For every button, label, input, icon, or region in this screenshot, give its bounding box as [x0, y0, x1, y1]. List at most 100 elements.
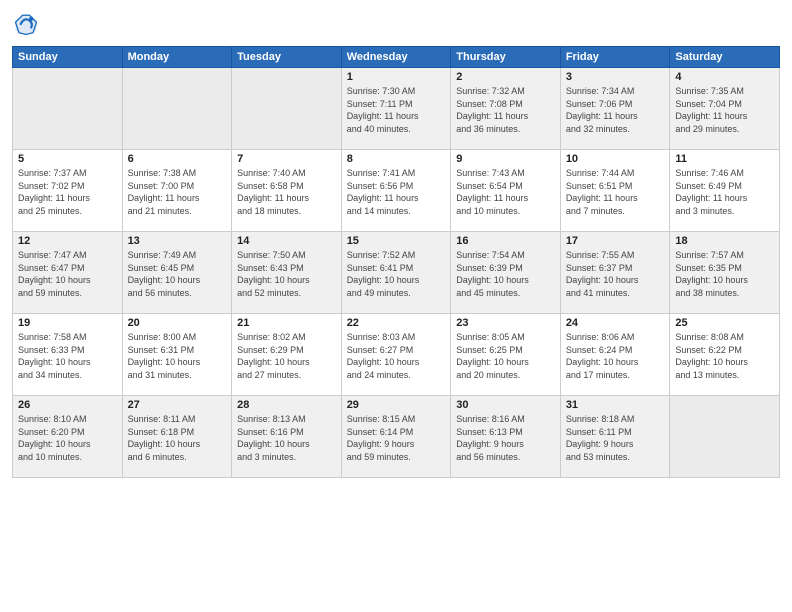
day-number: 13 [128, 235, 227, 247]
calendar-day-cell [122, 68, 232, 150]
calendar-day-cell: 25 Sunrise: 8:08 AM Sunset: 6:22 PM Dayli… [670, 314, 780, 396]
calendar-day-cell: 22 Sunrise: 8:03 AM Sunset: 6:27 PM Dayli… [341, 314, 451, 396]
calendar-day-header: Sunday [13, 47, 123, 68]
header [12, 10, 780, 38]
page-container: SundayMondayTuesdayWednesdayThursdayFrid… [0, 0, 792, 488]
calendar-day-cell: 12 Sunrise: 7:47 AM Sunset: 6:47 PM Dayli… [13, 232, 123, 314]
calendar-day-cell: 18Sunrise: 7:57 AM Sunset: 6:35 PM Dayli… [670, 232, 780, 314]
day-info: Sunrise: 8:02 AM Sunset: 6:29 PM Dayligh… [237, 331, 336, 381]
day-number: 21 [237, 317, 336, 329]
calendar-day-cell: 2 Sunrise: 7:32 AM Sunset: 7:08 PM Daylig… [451, 68, 561, 150]
day-info: Sunrise: 7:58 AM Sunset: 6:33 PM Dayligh… [18, 331, 117, 381]
calendar-day-header: Thursday [451, 47, 561, 68]
calendar-day-cell: 10 Sunrise: 7:44 AM Sunset: 6:51 PM Dayli… [560, 150, 670, 232]
day-info: Sunrise: 8:11 AM Sunset: 6:18 PM Dayligh… [128, 413, 227, 463]
day-number: 7 [237, 153, 336, 165]
day-number: 11 [675, 153, 774, 165]
calendar-week-row: 26 Sunrise: 8:10 AM Sunset: 6:20 PM Dayli… [13, 396, 780, 478]
day-info: Sunrise: 7:44 AM Sunset: 6:51 PM Dayligh… [566, 167, 665, 217]
day-info: Sunrise: 8:08 AM Sunset: 6:22 PM Dayligh… [675, 331, 774, 381]
day-info: Sunrise: 7:57 AM Sunset: 6:35 PM Dayligh… [675, 249, 774, 299]
day-info: Sunrise: 7:55 AM Sunset: 6:37 PM Dayligh… [566, 249, 665, 299]
day-number: 15 [347, 235, 446, 247]
calendar-week-row: 5Sunrise: 7:37 AM Sunset: 7:02 PM Daylig… [13, 150, 780, 232]
calendar-day-cell: 13Sunrise: 7:49 AM Sunset: 6:45 PM Dayli… [122, 232, 232, 314]
day-number: 23 [456, 317, 555, 329]
day-info: Sunrise: 8:03 AM Sunset: 6:27 PM Dayligh… [347, 331, 446, 381]
day-number: 14 [237, 235, 336, 247]
calendar-day-cell: 5Sunrise: 7:37 AM Sunset: 7:02 PM Daylig… [13, 150, 123, 232]
day-info: Sunrise: 7:43 AM Sunset: 6:54 PM Dayligh… [456, 167, 555, 217]
calendar-day-header: Saturday [670, 47, 780, 68]
day-info: Sunrise: 8:15 AM Sunset: 6:14 PM Dayligh… [347, 413, 446, 463]
day-number: 20 [128, 317, 227, 329]
calendar-week-row: 12 Sunrise: 7:47 AM Sunset: 6:47 PM Dayli… [13, 232, 780, 314]
day-info: Sunrise: 7:30 AM Sunset: 7:11 PM Dayligh… [347, 85, 446, 135]
day-number: 19 [18, 317, 117, 329]
day-info: Sunrise: 7:52 AM Sunset: 6:41 PM Dayligh… [347, 249, 446, 299]
day-info: Sunrise: 8:16 AM Sunset: 6:13 PM Dayligh… [456, 413, 555, 463]
calendar-day-cell: 16Sunrise: 7:54 AM Sunset: 6:39 PM Dayli… [451, 232, 561, 314]
calendar-day-cell: 7 Sunrise: 7:40 AM Sunset: 6:58 PM Daylig… [232, 150, 342, 232]
day-number: 9 [456, 153, 555, 165]
calendar-header-row: SundayMondayTuesdayWednesdayThursdayFrid… [13, 47, 780, 68]
calendar-day-cell: 26 Sunrise: 8:10 AM Sunset: 6:20 PM Dayli… [13, 396, 123, 478]
day-info: Sunrise: 7:32 AM Sunset: 7:08 PM Dayligh… [456, 85, 555, 135]
day-info: Sunrise: 8:10 AM Sunset: 6:20 PM Dayligh… [18, 413, 117, 463]
day-info: Sunrise: 7:38 AM Sunset: 7:00 PM Dayligh… [128, 167, 227, 217]
calendar-day-cell: 20 Sunrise: 8:00 AM Sunset: 6:31 PM Dayli… [122, 314, 232, 396]
day-number: 2 [456, 71, 555, 83]
calendar-day-cell: 23 Sunrise: 8:05 AM Sunset: 6:25 PM Dayli… [451, 314, 561, 396]
day-number: 8 [347, 153, 446, 165]
calendar-day-cell: 11 Sunrise: 7:46 AM Sunset: 6:49 PM Dayli… [670, 150, 780, 232]
day-info: Sunrise: 8:05 AM Sunset: 6:25 PM Dayligh… [456, 331, 555, 381]
day-info: Sunrise: 8:13 AM Sunset: 6:16 PM Dayligh… [237, 413, 336, 463]
calendar-day-header: Friday [560, 47, 670, 68]
calendar-day-cell: 28 Sunrise: 8:13 AM Sunset: 6:16 PM Dayli… [232, 396, 342, 478]
day-number: 10 [566, 153, 665, 165]
day-info: Sunrise: 8:06 AM Sunset: 6:24 PM Dayligh… [566, 331, 665, 381]
day-number: 26 [18, 399, 117, 411]
day-info: Sunrise: 7:50 AM Sunset: 6:43 PM Dayligh… [237, 249, 336, 299]
calendar-day-cell: 24Sunrise: 8:06 AM Sunset: 6:24 PM Dayli… [560, 314, 670, 396]
calendar-table: SundayMondayTuesdayWednesdayThursdayFrid… [12, 46, 780, 478]
day-number: 5 [18, 153, 117, 165]
calendar-day-cell: 30 Sunrise: 8:16 AM Sunset: 6:13 PM Dayli… [451, 396, 561, 478]
calendar-day-cell: 17Sunrise: 7:55 AM Sunset: 6:37 PM Dayli… [560, 232, 670, 314]
logo [12, 10, 44, 38]
calendar-day-cell: 19 Sunrise: 7:58 AM Sunset: 6:33 PM Dayli… [13, 314, 123, 396]
calendar-day-header: Monday [122, 47, 232, 68]
calendar-day-cell: 1Sunrise: 7:30 AM Sunset: 7:11 PM Daylig… [341, 68, 451, 150]
day-number: 27 [128, 399, 227, 411]
calendar-day-cell: 8 Sunrise: 7:41 AM Sunset: 6:56 PM Daylig… [341, 150, 451, 232]
day-info: Sunrise: 7:41 AM Sunset: 6:56 PM Dayligh… [347, 167, 446, 217]
day-number: 30 [456, 399, 555, 411]
calendar-day-cell: 27 Sunrise: 8:11 AM Sunset: 6:18 PM Dayli… [122, 396, 232, 478]
calendar-day-cell [232, 68, 342, 150]
calendar-week-row: 1Sunrise: 7:30 AM Sunset: 7:11 PM Daylig… [13, 68, 780, 150]
calendar-day-cell: 3 Sunrise: 7:34 AM Sunset: 7:06 PM Daylig… [560, 68, 670, 150]
day-info: Sunrise: 7:35 AM Sunset: 7:04 PM Dayligh… [675, 85, 774, 135]
calendar-day-cell [670, 396, 780, 478]
day-info: Sunrise: 7:34 AM Sunset: 7:06 PM Dayligh… [566, 85, 665, 135]
calendar-day-cell [13, 68, 123, 150]
day-info: Sunrise: 7:40 AM Sunset: 6:58 PM Dayligh… [237, 167, 336, 217]
day-number: 28 [237, 399, 336, 411]
day-number: 22 [347, 317, 446, 329]
calendar-day-cell: 9 Sunrise: 7:43 AM Sunset: 6:54 PM Daylig… [451, 150, 561, 232]
day-number: 25 [675, 317, 774, 329]
day-info: Sunrise: 7:47 AM Sunset: 6:47 PM Dayligh… [18, 249, 117, 299]
calendar-day-header: Tuesday [232, 47, 342, 68]
day-number: 29 [347, 399, 446, 411]
day-info: Sunrise: 8:18 AM Sunset: 6:11 PM Dayligh… [566, 413, 665, 463]
day-number: 4 [675, 71, 774, 83]
day-info: Sunrise: 8:00 AM Sunset: 6:31 PM Dayligh… [128, 331, 227, 381]
day-info: Sunrise: 7:46 AM Sunset: 6:49 PM Dayligh… [675, 167, 774, 217]
calendar-day-cell: 31Sunrise: 8:18 AM Sunset: 6:11 PM Dayli… [560, 396, 670, 478]
calendar-week-row: 19 Sunrise: 7:58 AM Sunset: 6:33 PM Dayli… [13, 314, 780, 396]
day-info: Sunrise: 7:54 AM Sunset: 6:39 PM Dayligh… [456, 249, 555, 299]
calendar-day-cell: 4 Sunrise: 7:35 AM Sunset: 7:04 PM Daylig… [670, 68, 780, 150]
day-number: 12 [18, 235, 117, 247]
day-number: 3 [566, 71, 665, 83]
calendar-day-cell: 6Sunrise: 7:38 AM Sunset: 7:00 PM Daylig… [122, 150, 232, 232]
